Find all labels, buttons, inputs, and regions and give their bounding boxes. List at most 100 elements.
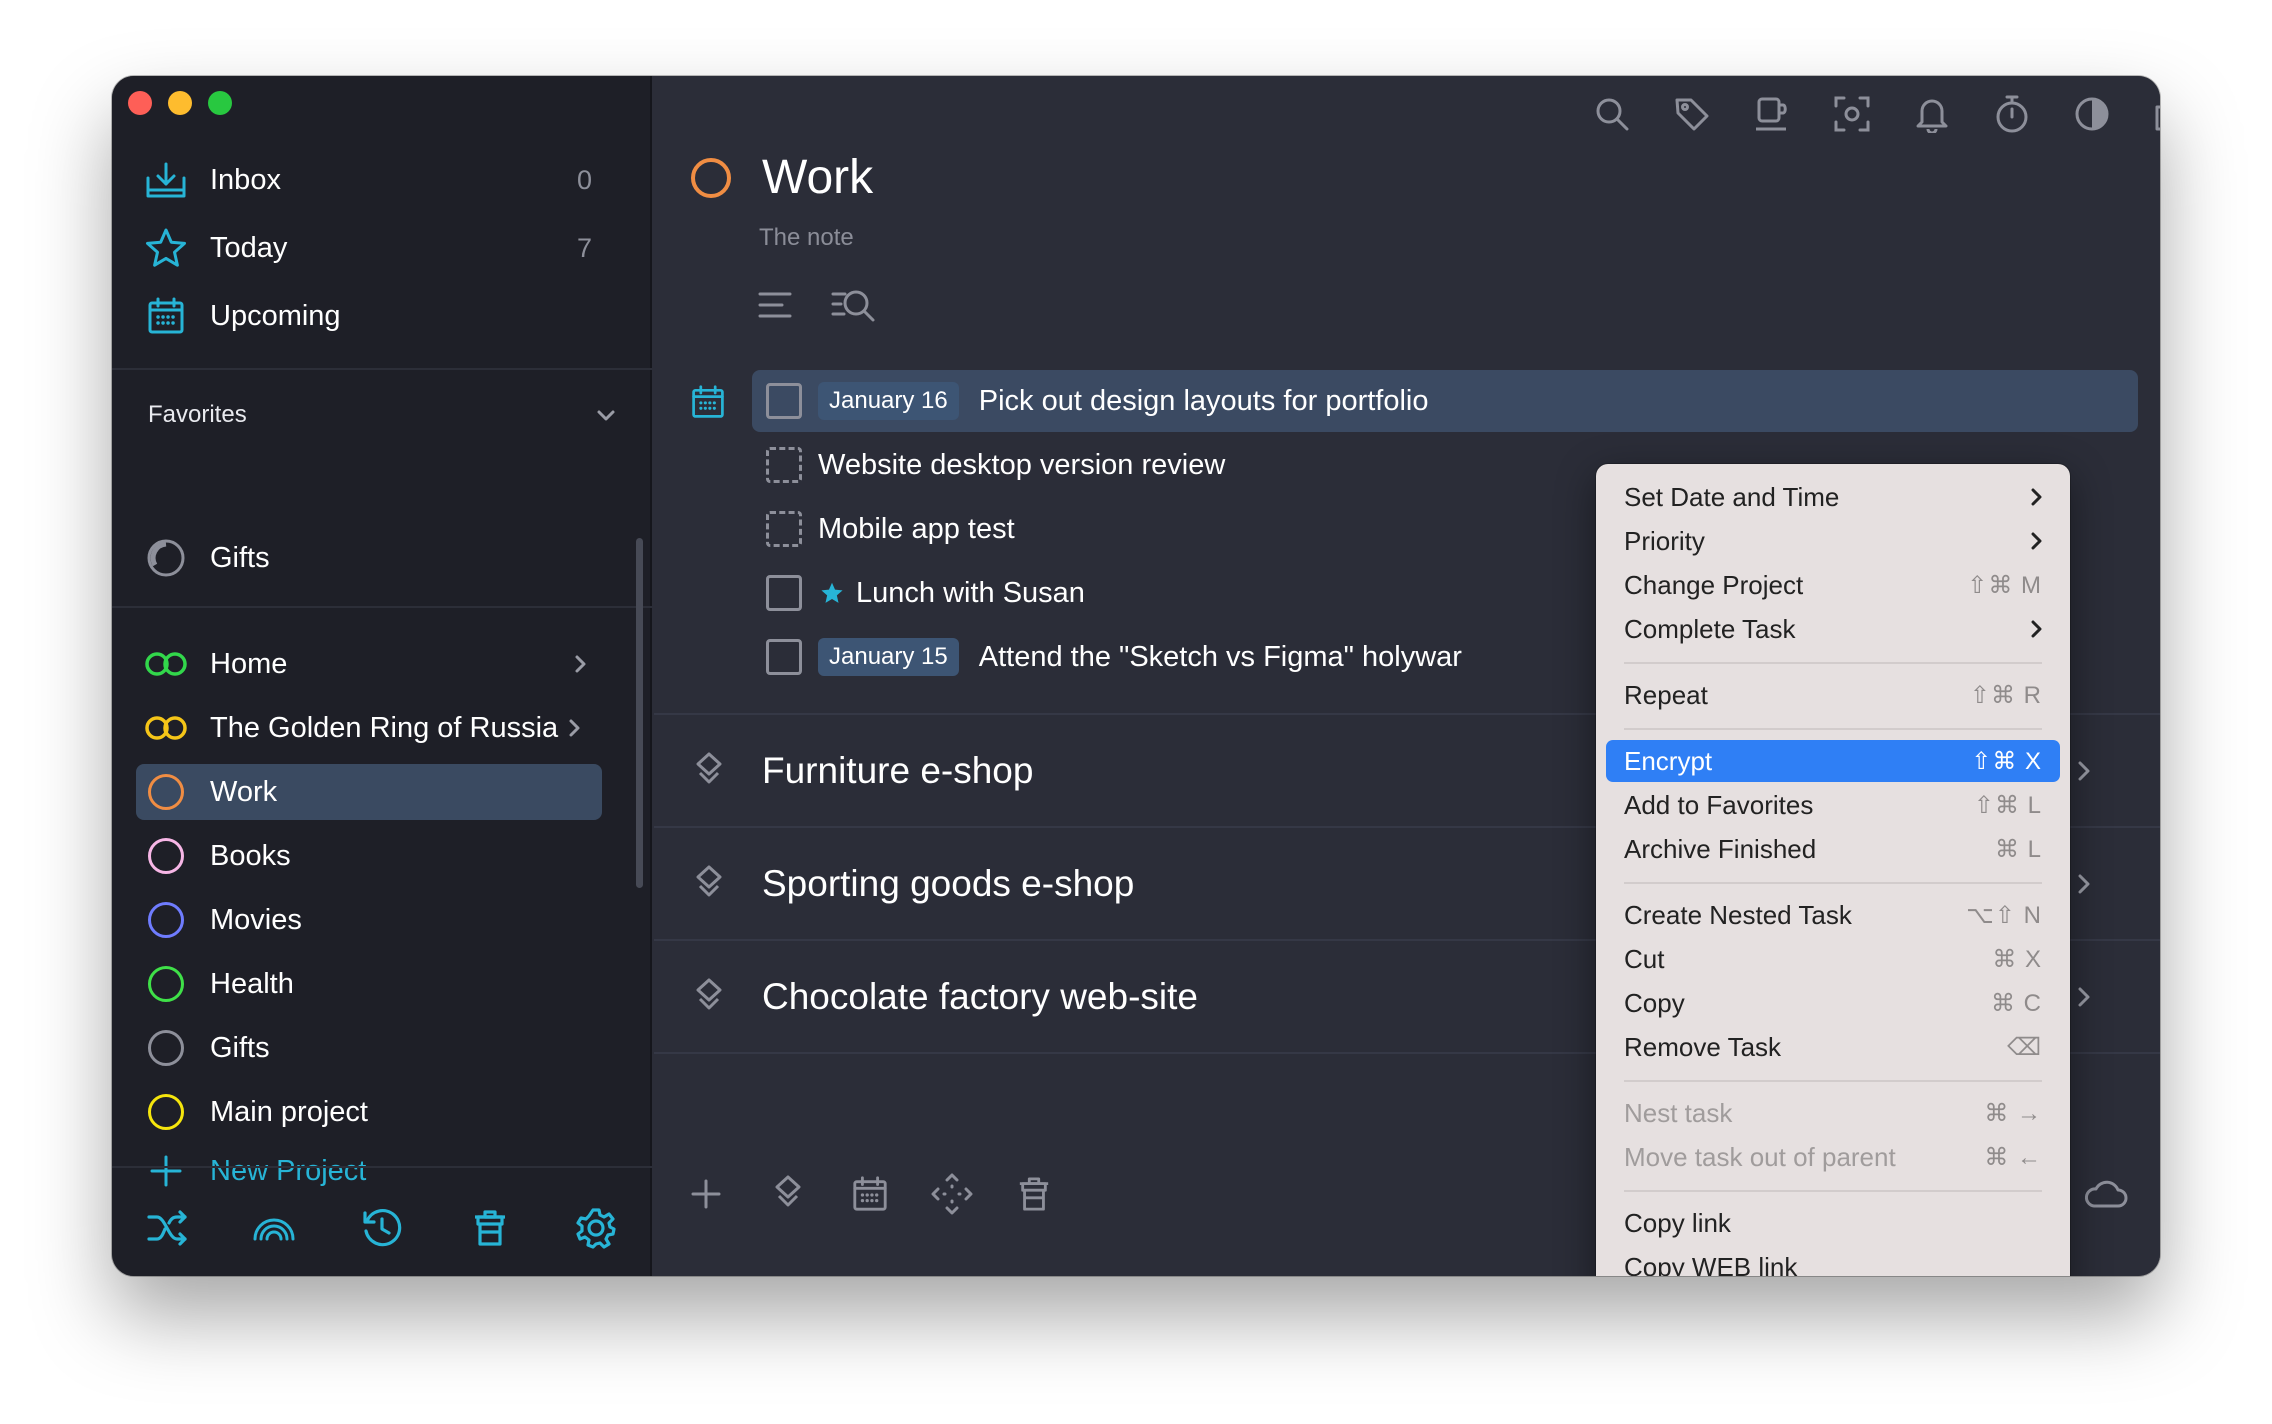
sort-icon[interactable] <box>758 290 792 325</box>
menu-item-priority[interactable]: Priority <box>1606 520 2060 562</box>
menu-item-label: Cut <box>1624 943 1665 974</box>
move-icon[interactable] <box>930 1172 974 1216</box>
minimize-window-button[interactable] <box>168 91 192 115</box>
menu-item-copy[interactable]: Copy ⌘ C <box>1606 982 2060 1024</box>
sidebar-item-health[interactable]: Health <box>136 956 602 1012</box>
task-checkbox[interactable] <box>766 575 802 611</box>
zoom-window-button[interactable] <box>208 91 232 115</box>
menu-item-remove-task[interactable]: Remove Task ⌫ <box>1606 1026 2060 1068</box>
task-date-badge[interactable]: January 16 <box>818 382 959 420</box>
sidebar-item-main-project[interactable]: Main project <box>136 1084 602 1140</box>
sidebar-item-upcoming[interactable]: Upcoming <box>136 288 602 344</box>
task-title[interactable]: Lunch with Susan <box>856 577 1085 610</box>
task-title[interactable]: Website desktop version review <box>818 449 1225 482</box>
task-row[interactable]: January 16 Pick out design layouts for p… <box>752 370 2138 432</box>
history-icon[interactable] <box>360 1206 404 1250</box>
task-title[interactable]: Pick out design layouts for portfolio <box>979 385 1429 418</box>
favorites-header[interactable]: Favorites <box>148 401 618 429</box>
sidebar-item-work[interactable]: Work <box>136 764 602 820</box>
menu-item-shortcut: ⌘ C <box>1991 989 2042 1017</box>
filter-search-icon[interactable] <box>830 286 878 331</box>
sidebar-item-today[interactable]: Today 7 <box>136 220 602 276</box>
menu-item-shortcut: ⇧⌘ R <box>1969 681 2042 709</box>
sidebar-item-gifts[interactable]: Gifts <box>136 1020 602 1076</box>
menu-item-change-project[interactable]: Change Project ⇧⌘ M <box>1606 564 2060 606</box>
favorites-title: Favorites <box>148 401 247 428</box>
task-checkbox[interactable] <box>766 383 802 419</box>
subproject-title: Furniture e-shop <box>762 750 1034 791</box>
menu-item-copy-web-link[interactable]: Copy WEB link <box>1606 1246 2060 1277</box>
project-ring-icon[interactable] <box>691 158 731 198</box>
menu-item-shortcut: ⌘ X <box>1992 945 2042 973</box>
tag-icon[interactable] <box>1670 92 1714 136</box>
menu-item-encrypt[interactable]: Encrypt ⇧⌘ X <box>1606 740 2060 782</box>
add-icon[interactable] <box>684 1172 728 1216</box>
menu-item-label: Encrypt <box>1624 745 1713 776</box>
menu-item-add-to-favorites[interactable]: Add to Favorites ⇧⌘ L <box>1606 784 2060 826</box>
timer-icon[interactable] <box>1990 92 2034 136</box>
chevron-down-icon[interactable] <box>594 403 618 427</box>
task-row[interactable]: Website desktop version review <box>752 434 1225 496</box>
task-title[interactable]: Mobile app test <box>818 513 1015 546</box>
favorite-item-gifts[interactable]: Gifts <box>136 530 602 586</box>
chevron-right-icon[interactable] <box>2074 871 2094 897</box>
settings-icon[interactable] <box>574 1206 618 1250</box>
sidebar-item-golden-ring[interactable]: The Golden Ring of Russia <box>136 700 602 756</box>
menu-item-label: Create Nested Task <box>1624 899 1852 930</box>
sidebar-scrollbar[interactable] <box>636 538 643 888</box>
chevron-right-icon <box>2028 486 2044 508</box>
calendar-icon[interactable] <box>690 384 726 425</box>
chevron-right-icon[interactable] <box>570 652 590 676</box>
focus-icon[interactable] <box>1830 92 1874 136</box>
menu-item-shortcut: ⌘ ← <box>1984 1143 2042 1171</box>
task-row[interactable]: Mobile app test <box>752 498 1015 560</box>
task-date-badge[interactable]: January 15 <box>818 638 959 676</box>
menu-item-shortcut: ⌘ → <box>1984 1099 2042 1127</box>
menu-item-complete-task[interactable]: Complete Task <box>1606 608 2060 650</box>
menu-item-cut[interactable]: Cut ⌘ X <box>1606 938 2060 980</box>
coffee-icon[interactable] <box>1750 92 1794 136</box>
menu-item-set-date-time[interactable]: Set Date and Time <box>1606 476 2060 518</box>
menu-item-repeat[interactable]: Repeat ⇧⌘ R <box>1606 674 2060 716</box>
calendar-icon[interactable] <box>848 1172 892 1216</box>
project-ring-icon <box>136 838 196 874</box>
sidebar-item-inbox[interactable]: Inbox 0 <box>136 152 602 208</box>
sidebar: Inbox 0 Today 7 Upcoming Favorites Gifts… <box>112 76 652 1276</box>
chevron-right-icon[interactable] <box>2074 758 2094 784</box>
menu-item-label: Change Project <box>1624 569 1804 600</box>
close-window-button[interactable] <box>128 91 152 115</box>
subproject-icon[interactable] <box>766 1172 810 1216</box>
sidebar-item-movies[interactable]: Movies <box>136 892 602 948</box>
page-title[interactable]: Work <box>762 150 873 205</box>
task-title[interactable]: Attend the "Sketch vs Figma" holywar <box>979 641 1462 674</box>
contrast-icon[interactable] <box>2070 92 2114 136</box>
menu-item-label: Move task out of parent <box>1624 1141 1896 1172</box>
menu-item-label: Copy link <box>1624 1207 1731 1238</box>
trash-icon[interactable] <box>468 1206 512 1250</box>
trash-icon[interactable] <box>1012 1172 1056 1216</box>
sidebar-item-home[interactable]: Home <box>136 636 602 692</box>
subproject-icon <box>694 977 724 1017</box>
chevron-right-icon[interactable] <box>564 716 584 740</box>
cloud-icon[interactable] <box>2084 1172 2128 1216</box>
project-ring-icon <box>136 1030 196 1066</box>
app-window: Inbox 0 Today 7 Upcoming Favorites Gifts… <box>112 76 2160 1276</box>
sidebar-item-books[interactable]: Books <box>136 828 602 884</box>
project-note[interactable]: The note <box>759 224 854 252</box>
copy-window-icon[interactable] <box>2150 92 2160 136</box>
task-checkbox[interactable] <box>766 511 802 547</box>
task-checkbox[interactable] <box>766 639 802 675</box>
shuffle-icon[interactable] <box>146 1206 190 1250</box>
search-icon[interactable] <box>1590 92 1634 136</box>
bell-icon[interactable] <box>1910 92 1954 136</box>
menu-item-copy-link[interactable]: Copy link <box>1606 1202 2060 1244</box>
task-checkbox[interactable] <box>766 447 802 483</box>
menu-item-archive-finished[interactable]: Archive Finished ⌘ L <box>1606 828 2060 870</box>
task-row[interactable]: January 15 Attend the "Sketch vs Figma" … <box>752 626 1462 688</box>
chevron-right-icon <box>2028 530 2044 552</box>
task-row[interactable]: Lunch with Susan <box>752 562 1085 624</box>
menu-item-shortcut: ⌥⇧ N <box>1966 901 2042 929</box>
rainbow-icon[interactable] <box>252 1206 296 1250</box>
chevron-right-icon[interactable] <box>2074 984 2094 1010</box>
menu-item-create-nested-task[interactable]: Create Nested Task ⌥⇧ N <box>1606 894 2060 936</box>
